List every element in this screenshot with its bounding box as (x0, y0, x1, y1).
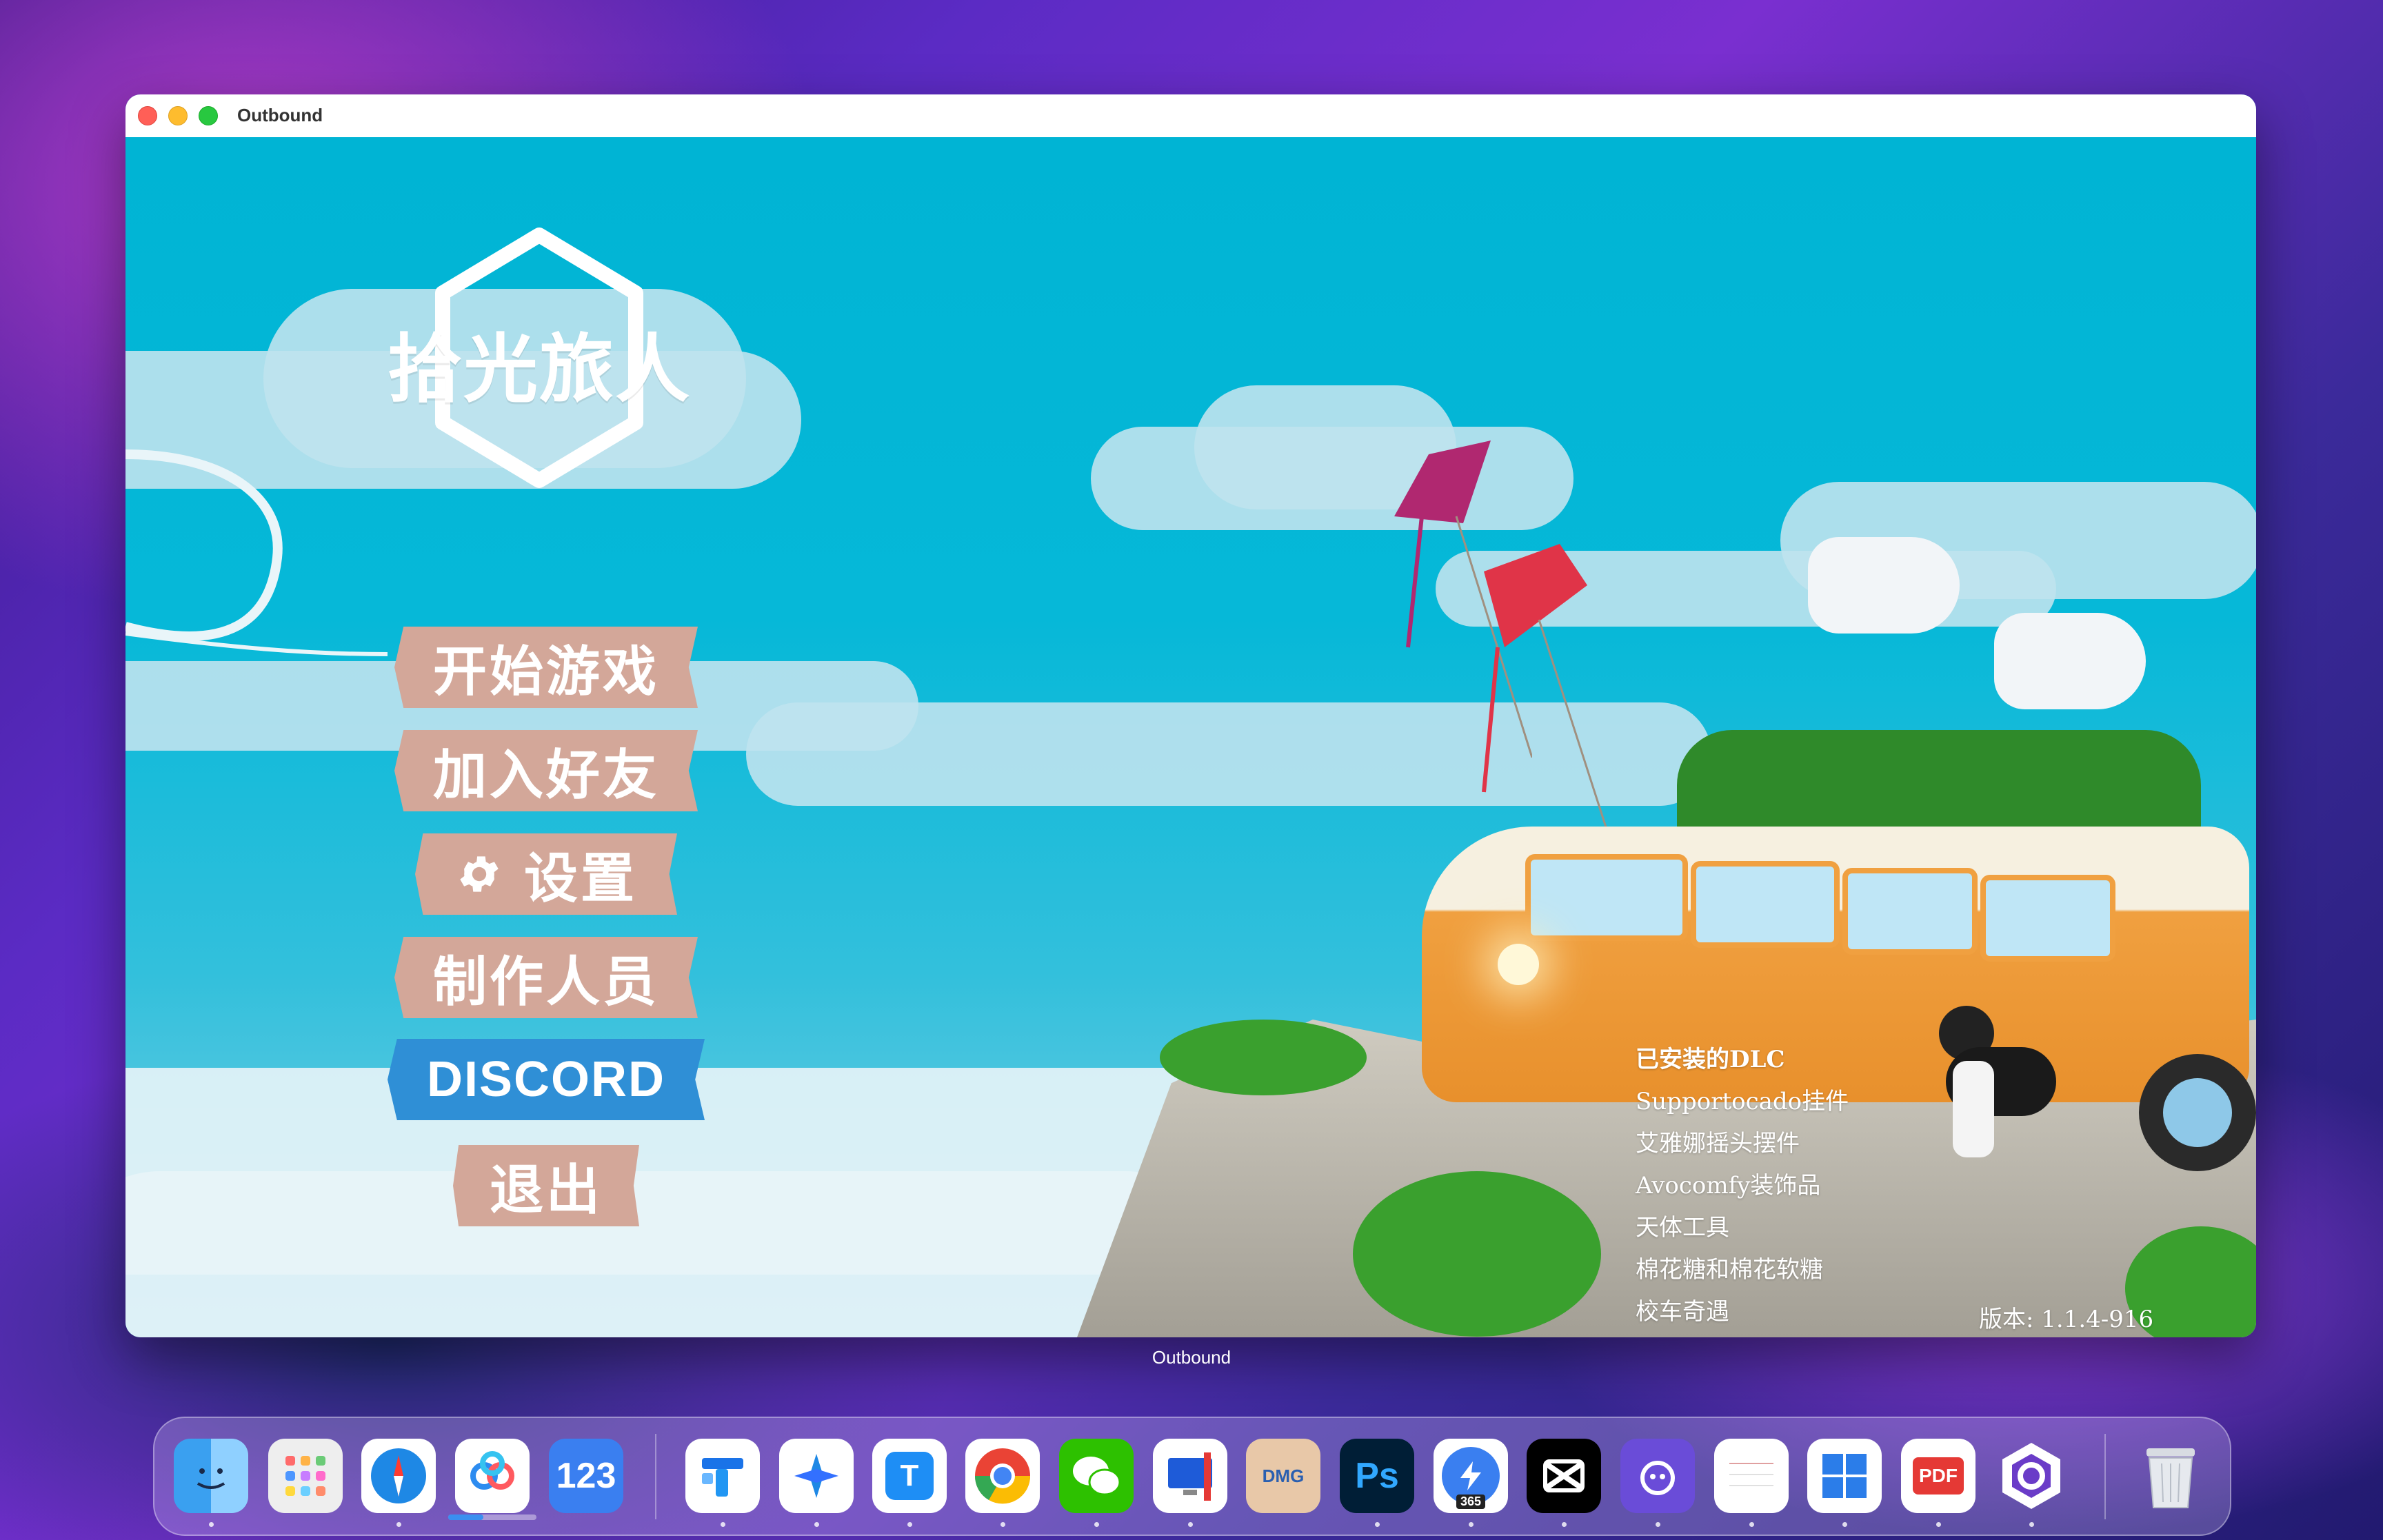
version-label: 版本: 1.1.4-916 (1979, 1306, 2154, 1333)
running-indicator (1188, 1522, 1193, 1527)
game-logo-text: 拾光旅人 (388, 327, 692, 413)
dock-separator (2104, 1434, 2106, 1519)
running-indicator (209, 1522, 214, 1527)
remote-desktop-icon[interactable] (1153, 1439, 1227, 1513)
app365-icon[interactable]: 365 (1434, 1439, 1508, 1513)
download-progress-bar (448, 1514, 536, 1520)
running-indicator (1469, 1522, 1474, 1527)
dock-hover-label: Outbound (1152, 1347, 1231, 1368)
safari-icon[interactable] (361, 1439, 436, 1513)
running-indicator (907, 1522, 912, 1527)
installed-dlc-list: 已安装的DLC Supportocado挂件 艾雅娜摇头摆件 Avocomfy装… (1636, 1039, 1849, 1333)
van-window (1525, 854, 1688, 941)
running-indicator (1001, 1522, 1005, 1527)
dlc-item: 艾雅娜摇头摆件 (1636, 1130, 1800, 1157)
van-window (1691, 861, 1840, 948)
wechat-icon[interactable] (1059, 1439, 1134, 1513)
dlc-heading: 已安装的DLC (1636, 1046, 1785, 1073)
running-indicator (2029, 1522, 2034, 1527)
van-window (1842, 868, 1978, 955)
dlc-item: 棉花糖和棉花软糖 (1636, 1256, 1823, 1284)
window-title: Outbound (237, 105, 323, 125)
running-indicator (1936, 1522, 1941, 1527)
launchpad-icon[interactable] (268, 1439, 343, 1513)
numbers-app-icon[interactable]: 123 (549, 1439, 623, 1513)
credits-button[interactable]: 制作人员 (394, 937, 698, 1018)
running-indicator (1562, 1522, 1567, 1527)
dock-separator (655, 1434, 656, 1519)
dlc-item: 校车奇遇 (1636, 1298, 1729, 1326)
settings-button[interactable]: 设置 (415, 833, 677, 915)
gear-icon (460, 856, 499, 892)
close-button[interactable] (138, 106, 157, 125)
dmg-app-icon[interactable]: DMG (1246, 1439, 1320, 1513)
notes-icon[interactable] (1714, 1439, 1789, 1513)
capcut-icon[interactable] (1527, 1439, 1601, 1513)
running-indicator (1656, 1522, 1660, 1527)
van-wheel (2139, 1054, 2256, 1171)
dlc-item: Avocomfy装饰品 (1636, 1172, 1821, 1199)
join-friend-button[interactable]: 加入好友 (394, 730, 698, 811)
van-window (1980, 875, 2115, 962)
dog (1925, 1006, 2063, 1164)
running-indicator (1842, 1522, 1847, 1527)
photoshop-icon[interactable]: Ps (1340, 1439, 1414, 1513)
airship (1808, 537, 1960, 634)
running-indicator (1375, 1522, 1380, 1527)
chrome-icon[interactable] (965, 1439, 1040, 1513)
bush (1353, 1171, 1601, 1337)
app-icon[interactable] (685, 1439, 760, 1513)
cloud (125, 1171, 1229, 1337)
running-indicator (1749, 1522, 1754, 1527)
wind-swirl (125, 449, 388, 656)
app-window: Outbound 拾光旅人 开始游戏 加入好友 设置 制作人员 DISCORD … (125, 94, 2256, 1337)
windows-app-icon[interactable] (1807, 1439, 1882, 1513)
running-indicator (396, 1522, 401, 1527)
quit-button[interactable]: 退出 (453, 1145, 639, 1226)
start-game-button[interactable]: 开始游戏 (394, 627, 698, 708)
game-logo: 拾光旅人 (388, 227, 691, 489)
running-indicator (1094, 1522, 1099, 1527)
discord-button[interactable]: DISCORD (388, 1039, 705, 1120)
running-indicator (814, 1522, 819, 1527)
fullscreen-button[interactable] (199, 106, 218, 125)
tencent-docs-icon[interactable]: T (872, 1439, 947, 1513)
pdf-app-icon[interactable]: PDF (1901, 1439, 1975, 1513)
dlc-item: 天体工具 (1636, 1214, 1729, 1242)
lark-icon[interactable] (779, 1439, 854, 1513)
running-indicator (721, 1522, 725, 1527)
kite (1482, 544, 1608, 833)
baidu-netdisk-icon[interactable] (455, 1439, 530, 1513)
minimize-button[interactable] (168, 106, 188, 125)
finder-icon[interactable] (174, 1439, 248, 1513)
dlc-item: Supportocado挂件 (1636, 1088, 1849, 1115)
settings-label: 设置 (523, 848, 637, 910)
outbound-game-icon[interactable] (1994, 1439, 2069, 1513)
app-icon[interactable] (1620, 1439, 1695, 1513)
bush (1160, 1020, 1367, 1095)
trash-icon[interactable] (2133, 1439, 2208, 1513)
van-headlight (1498, 944, 1539, 985)
game-canvas[interactable]: 拾光旅人 开始游戏 加入好友 设置 制作人员 DISCORD 退出 已安装的DL… (125, 137, 2256, 1337)
title-bar[interactable]: Outbound (125, 94, 2256, 138)
airship (1994, 613, 2146, 709)
